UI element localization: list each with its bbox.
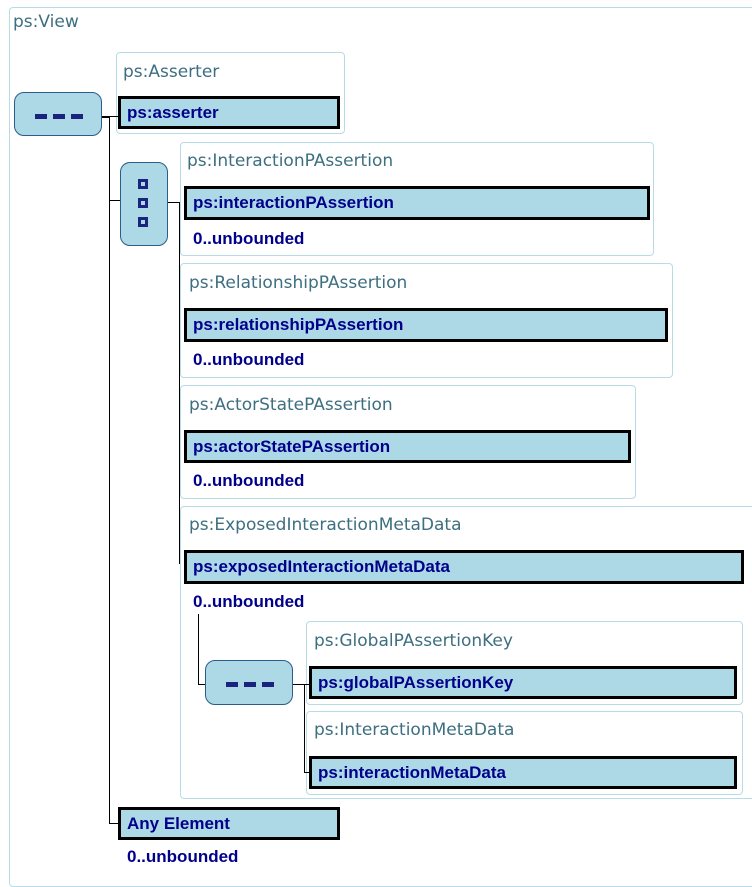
sequence-compositor-root[interactable] <box>14 92 102 136</box>
interaction-meta-element[interactable]: ps:interactionMetaData <box>309 756 737 789</box>
sequence-compositor-nested[interactable] <box>205 660 293 705</box>
actor-state-type-label: ps:ActorStatePAssertion <box>189 395 393 415</box>
any-element[interactable]: Any Element <box>118 807 340 840</box>
asserter-element[interactable]: ps:asserter <box>118 96 340 129</box>
interaction-occurs: 0..unbounded <box>193 229 305 248</box>
sequence-icon <box>35 114 83 119</box>
actor-state-occurs: 0..unbounded <box>193 471 305 490</box>
any-occurs: 0..unbounded <box>127 847 239 866</box>
actor-state-element[interactable]: ps:actorStatePAssertion <box>184 430 631 463</box>
sequence-icon <box>226 682 274 687</box>
asserter-type-label: ps:Asserter <box>123 62 220 82</box>
choice-icon <box>138 179 152 231</box>
exposed-element[interactable]: ps:exposedInteractionMetaData <box>184 550 744 584</box>
interaction-type-label: ps:InteractionPAssertion <box>187 151 394 171</box>
connector <box>109 116 110 824</box>
relationship-element[interactable]: ps:relationshipPAssertion <box>184 308 668 342</box>
interaction-element[interactable]: ps:interactionPAssertion <box>184 186 650 220</box>
global-key-type-label: ps:GlobalPAssertionKey <box>314 631 513 651</box>
choice-compositor[interactable] <box>120 162 168 246</box>
connector <box>198 614 199 684</box>
connector <box>304 684 305 772</box>
global-key-element[interactable]: ps:globalPAssertionKey <box>309 666 737 699</box>
exposed-type-label: ps:ExposedInteractionMetaData <box>189 515 462 535</box>
relationship-occurs: 0..unbounded <box>193 350 305 369</box>
relationship-type-label: ps:RelationshipPAssertion <box>189 273 408 293</box>
interaction-meta-type-label: ps:InteractionMetaData <box>314 720 515 740</box>
exposed-occurs: 0..unbounded <box>193 592 305 611</box>
view-type-label: ps:View <box>13 12 79 32</box>
